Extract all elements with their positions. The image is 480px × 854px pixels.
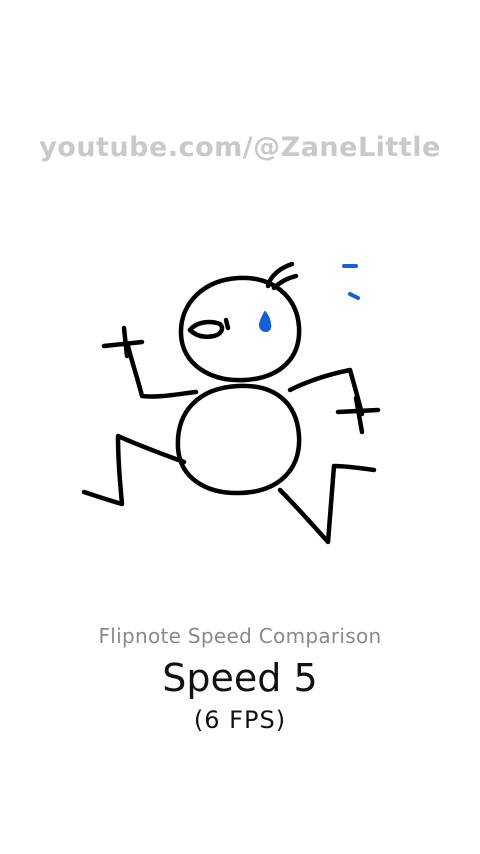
character-left-leg (81, 433, 187, 507)
sweat-drop (259, 311, 272, 332)
character-head (178, 275, 302, 383)
caption-speed: Speed 5 (162, 656, 318, 700)
character-mouth (187, 319, 225, 339)
caption-fps: (6 FPS) (193, 706, 287, 734)
caption-title: Flipnote Speed Comparison (98, 624, 382, 648)
character-right-arm (287, 367, 365, 417)
character-eye (223, 317, 231, 331)
sweat-mark-lower (348, 292, 360, 300)
character-right-leg (277, 463, 377, 545)
character-body (175, 383, 302, 496)
flipnote-frame: youtube.com/@ZaneLittle Flipnote Speed C… (0, 0, 480, 854)
